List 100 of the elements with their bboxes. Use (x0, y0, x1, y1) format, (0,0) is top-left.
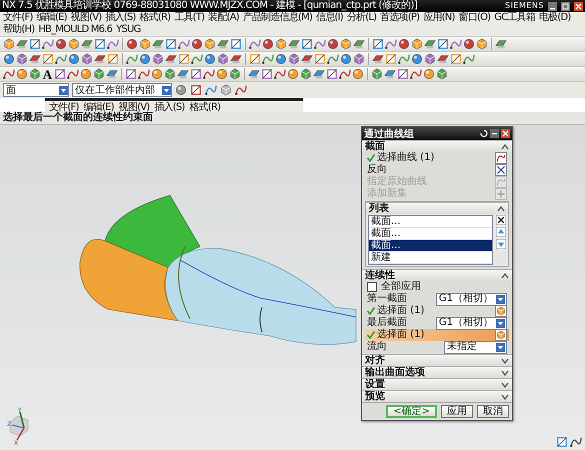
sphere-icon[interactable] (126, 38, 138, 50)
box-icon[interactable] (94, 38, 106, 50)
dialog-button[interactable]: 应用 (441, 405, 473, 418)
curve-icon[interactable] (570, 436, 582, 448)
cube-icon[interactable] (436, 68, 448, 80)
sheet-icon[interactable] (29, 53, 41, 65)
cube-icon[interactable] (229, 68, 241, 80)
sheet-icon[interactable] (301, 53, 313, 65)
cube-icon[interactable] (371, 68, 383, 80)
cube-icon[interactable] (288, 53, 300, 65)
menu-item[interactable]: 格式(R) (140, 12, 170, 24)
curve-icon[interactable] (385, 38, 397, 50)
sheet-icon[interactable] (217, 38, 229, 50)
box-icon[interactable] (178, 53, 190, 65)
curve-icon[interactable] (138, 68, 150, 80)
menu-item[interactable]: 视图(V) (70, 12, 102, 24)
sphere-icon[interactable] (80, 68, 92, 80)
box-icon[interactable] (261, 68, 273, 80)
menu-item[interactable]: HB_MOULD M6.6 (38, 24, 112, 36)
menu-item[interactable]: 插入(S) (105, 12, 136, 24)
menu-item[interactable]: 应用(N) (423, 12, 455, 24)
sphere-icon[interactable] (204, 53, 216, 65)
curve-icon[interactable] (327, 53, 339, 65)
box-icon[interactable] (397, 68, 409, 80)
sphere-icon[interactable] (423, 68, 435, 80)
curve-icon[interactable] (42, 38, 54, 50)
expand-chevron-icon[interactable] (501, 382, 509, 388)
menu-item[interactable]: 工具(T) (174, 12, 204, 24)
maximize-icon[interactable] (561, 2, 570, 10)
curve-icon[interactable] (249, 38, 261, 50)
checkbox[interactable]: 全部应用 (367, 281, 421, 293)
curve-icon[interactable] (463, 53, 475, 65)
dropdown-arrow-icon[interactable] (496, 342, 505, 352)
box-icon[interactable] (301, 38, 313, 50)
cube-icon[interactable] (164, 68, 176, 80)
select-button[interactable] (495, 305, 507, 317)
minimize-icon[interactable] (548, 2, 557, 10)
sheet-icon[interactable] (437, 53, 449, 65)
cube-icon[interactable] (204, 38, 216, 50)
cube-icon[interactable] (275, 38, 287, 50)
sphere-icon[interactable] (68, 53, 80, 65)
cube-icon[interactable] (81, 53, 93, 65)
sheet-icon[interactable] (248, 68, 260, 80)
sheet-icon[interactable] (313, 68, 325, 80)
curve-icon[interactable] (274, 68, 286, 80)
box-icon[interactable] (190, 84, 202, 96)
cube-icon[interactable] (476, 38, 488, 50)
box-icon[interactable] (372, 38, 384, 50)
curve-icon[interactable] (314, 38, 326, 50)
action-button[interactable] (495, 164, 507, 176)
sphere-icon[interactable] (262, 38, 274, 50)
sphere-icon[interactable] (16, 68, 28, 80)
curve-icon[interactable] (205, 84, 217, 96)
cube-icon[interactable] (220, 84, 232, 96)
selection-step[interactable]: 选择曲线 (1) (365, 152, 509, 164)
curve-icon[interactable] (178, 38, 190, 50)
cube-icon[interactable] (300, 68, 312, 80)
box-icon[interactable] (125, 68, 137, 80)
sheet-icon[interactable] (230, 53, 242, 65)
menu-item[interactable]: 插入(S) (154, 100, 184, 114)
sphere-icon[interactable] (139, 53, 151, 65)
curve-icon[interactable] (398, 53, 410, 65)
sheet-icon[interactable] (177, 68, 189, 80)
box-icon[interactable] (450, 53, 462, 65)
sheet-icon[interactable] (495, 38, 507, 50)
menu-item[interactable]: 首选项(P) (380, 12, 420, 24)
select-button[interactable] (495, 152, 507, 164)
cube-icon[interactable] (424, 53, 436, 65)
box-icon[interactable] (556, 436, 568, 448)
menu-item[interactable]: 文件(F) (3, 12, 33, 24)
selection-step[interactable]: 选择面 (1) (365, 329, 509, 341)
dialog-button[interactable]: <确定> (386, 405, 437, 418)
curve-icon[interactable] (107, 38, 119, 50)
cube-icon[interactable] (411, 38, 423, 50)
sphere-icon[interactable] (352, 68, 364, 80)
sheet-icon[interactable] (16, 38, 28, 50)
sheet-icon[interactable] (165, 53, 177, 65)
curve-icon[interactable] (235, 84, 247, 96)
box-icon[interactable] (230, 38, 242, 50)
checkbox-square[interactable] (367, 282, 377, 292)
cube-icon[interactable] (3, 38, 15, 50)
expand-chevron-icon[interactable] (501, 358, 509, 364)
curve-icon[interactable] (191, 53, 203, 65)
expand-chevron-icon[interactable] (501, 394, 509, 400)
menu-item[interactable]: YSUG (116, 24, 140, 36)
box-icon[interactable] (29, 38, 41, 50)
box-icon[interactable] (107, 53, 119, 65)
sphere-icon[interactable] (3, 53, 15, 65)
sphere-icon[interactable] (175, 84, 187, 96)
menu-item[interactable]: 帮助(H) (3, 24, 34, 36)
menu-item[interactable]: 编辑(E) (36, 12, 67, 24)
cube-icon[interactable] (152, 53, 164, 65)
collapse-chevron-icon[interactable] (501, 144, 509, 150)
dropdown-arrow-icon[interactable] (162, 86, 171, 94)
box-icon[interactable] (385, 53, 397, 65)
sheet-icon[interactable] (424, 38, 436, 50)
expand-chevron-icon[interactable] (501, 370, 509, 376)
text-tool[interactable]: A (42, 68, 53, 80)
list-item[interactable]: 新建 (369, 252, 492, 264)
select-button[interactable] (495, 329, 507, 341)
